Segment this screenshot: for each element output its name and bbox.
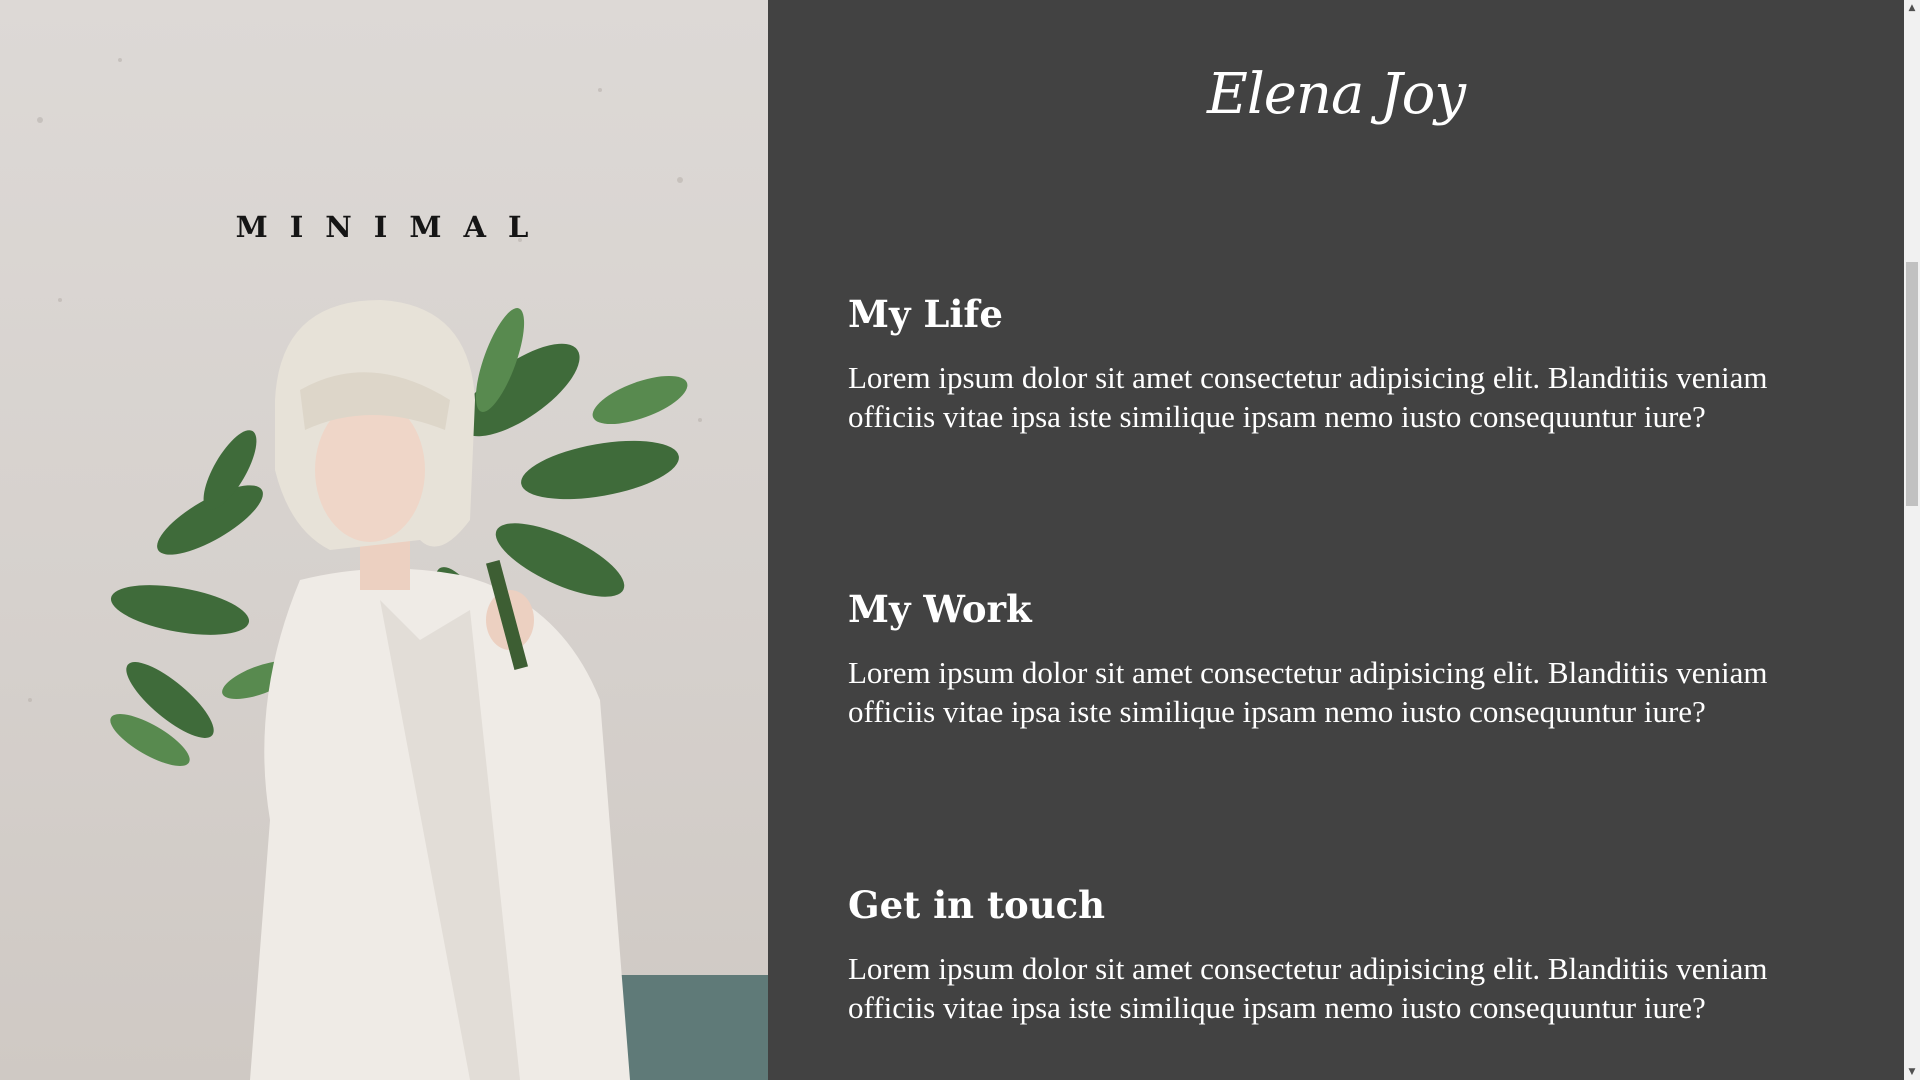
- section-my-life: My Life Lorem ipsum dolor sit amet conse…: [848, 292, 1838, 436]
- section-heading: My Work: [848, 587, 1032, 631]
- page: MINIMAL Elena Joy My Life Lorem ipsum do…: [0, 0, 1920, 1080]
- triangle-down-icon[interactable]: ▼: [1904, 1064, 1920, 1080]
- site-logo-signature[interactable]: Elena Joy: [768, 62, 1904, 127]
- section-heading: Get in touch: [848, 883, 1106, 927]
- section-body: Lorem ipsum dolor sit amet consectetur a…: [848, 360, 1768, 434]
- section-my-work: My Work Lorem ipsum dolor sit amet conse…: [848, 587, 1838, 731]
- hero-image-panel: MINIMAL: [0, 0, 768, 1080]
- vertical-scrollbar[interactable]: ▲ ▼: [1904, 0, 1920, 1080]
- section-heading: My Life: [848, 292, 1003, 336]
- section-body: Lorem ipsum dolor sit amet consectetur a…: [848, 951, 1768, 1025]
- section-get-in-touch: Get in touch Lorem ipsum dolor sit amet …: [848, 883, 1838, 1027]
- hero-photo: [28, 58, 768, 1080]
- scrollbar-thumb[interactable]: [1906, 262, 1918, 506]
- hero-title: MINIMAL: [235, 210, 551, 244]
- section-body: Lorem ipsum dolor sit amet consectetur a…: [848, 655, 1768, 729]
- triangle-up-icon[interactable]: ▲: [1904, 0, 1920, 16]
- content-panel: Elena Joy My Life Lorem ipsum dolor sit …: [768, 0, 1904, 1080]
